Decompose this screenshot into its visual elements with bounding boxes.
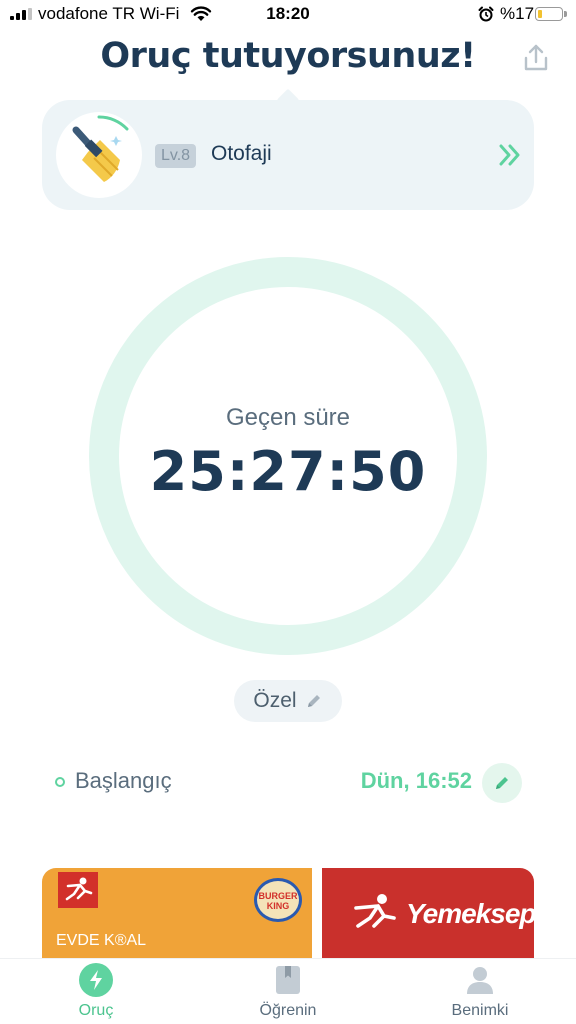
user-icon xyxy=(463,963,497,997)
page-title: Oruç tutuyorsunuz! xyxy=(100,36,476,76)
alarm-icon xyxy=(478,6,494,22)
tab-bar: Oruç Öğrenin Benimki xyxy=(0,958,576,1024)
promo-banner-yemeksepeti[interactable]: Yemeksepeti xyxy=(322,868,534,958)
tab-learn[interactable]: Öğrenin xyxy=(228,963,348,1020)
promo-banner-burger-king[interactable]: BURGER KING EVDE K®AL xyxy=(42,868,312,958)
double-chevron-right-icon xyxy=(499,144,520,166)
level-badge: Lv.8 xyxy=(155,144,197,168)
status-bar: vodafone TR Wi-Fi 18:20 %17 xyxy=(0,0,576,30)
plan-label: Özel xyxy=(253,689,297,712)
fasting-plan-button[interactable]: Özel xyxy=(234,680,342,722)
edit-start-button[interactable] xyxy=(482,763,522,803)
battery-fill xyxy=(538,10,543,18)
stage-name: Otofaji xyxy=(211,142,272,165)
start-indicator-dot xyxy=(55,777,65,787)
broom-icon xyxy=(56,112,142,198)
tab-label: Benimki xyxy=(451,1002,509,1019)
fasting-stage-card[interactable]: Lv.8 Otofaji xyxy=(42,88,534,210)
start-label: Başlangıç xyxy=(75,768,172,793)
pencil-icon xyxy=(307,695,320,707)
tab-label: Oruç xyxy=(78,1002,114,1019)
burger-king-logo: BURGER KING xyxy=(254,878,302,922)
bolt-icon xyxy=(79,963,113,997)
share-icon[interactable] xyxy=(520,42,552,74)
runner-logo-icon xyxy=(58,872,98,908)
tab-profile[interactable]: Benimki xyxy=(420,963,540,1020)
book-icon xyxy=(271,963,305,997)
promo-text: EVDE K®AL xyxy=(56,932,147,949)
tab-label: Öğrenin xyxy=(259,1002,317,1019)
tab-fasting[interactable]: Oruç xyxy=(36,963,156,1020)
yemeksepeti-brand: Yemeksepeti xyxy=(406,898,534,929)
elapsed-time: 25:27:50 xyxy=(149,440,427,503)
start-time-value: Dün, 16:52 xyxy=(360,768,472,793)
elapsed-label: Geçen süre xyxy=(225,404,351,431)
battery-percent: %17 xyxy=(500,4,535,23)
battery-icon xyxy=(535,7,567,21)
pencil-icon xyxy=(496,777,508,789)
runner-logo-icon xyxy=(354,894,396,928)
